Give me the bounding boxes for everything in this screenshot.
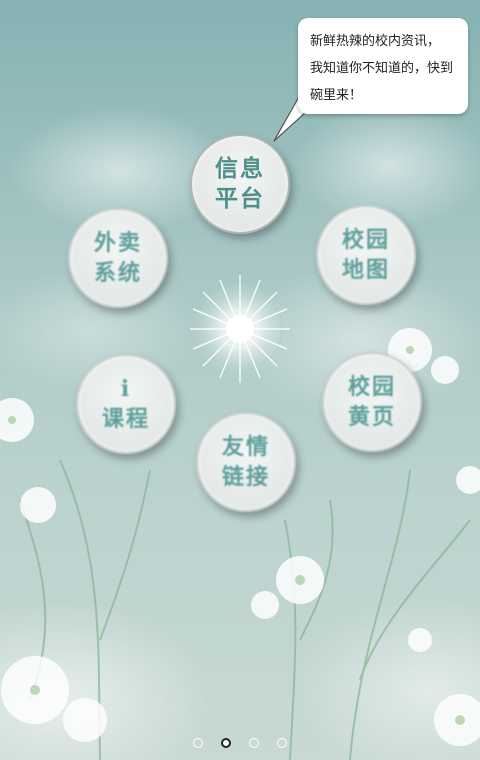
info-platform-label-2: 平台 — [215, 185, 265, 212]
campus-map-label-2: 地图 — [341, 257, 390, 283]
i-course-button[interactable]: i 课程 — [76, 354, 176, 454]
page-indicator — [0, 738, 480, 748]
bubble-line-2: 我知道你不知道的，快到 — [310, 61, 454, 76]
takeout-label-2: 系统 — [93, 260, 142, 286]
friend-links-button[interactable]: 友情 链接 — [196, 412, 296, 512]
page-dot-1[interactable] — [193, 738, 203, 748]
i-course-label-2: 课程 — [101, 406, 150, 432]
friend-links-label-2: 链接 — [221, 464, 270, 490]
campus-map-button[interactable]: 校园 地图 — [316, 205, 416, 305]
campus-yellowpages-button[interactable]: 校园 黄页 — [322, 352, 422, 452]
center-light-burst — [190, 275, 290, 383]
takeout-label-1: 外卖 — [93, 230, 142, 256]
bubble-line-3: 碗里来！ — [310, 88, 363, 103]
i-course-label-1: i — [120, 376, 132, 402]
takeout-system-button[interactable]: 外卖 系统 — [68, 208, 168, 308]
campus-map-label-1: 校园 — [341, 227, 390, 253]
info-platform-label-1: 信息 — [215, 155, 265, 182]
info-platform-button[interactable]: 信息 平台 — [190, 134, 290, 234]
yellowpages-label-2: 黄页 — [347, 404, 396, 430]
yellowpages-label-1: 校园 — [347, 374, 396, 400]
bubble-line-1: 新鲜热辣的校内资讯， — [310, 34, 441, 49]
page-dot-3[interactable] — [249, 738, 259, 748]
speech-bubble: 新鲜热辣的校内资讯， 我知道你不知道的，快到 碗里来！ — [298, 18, 468, 114]
page-dot-2[interactable] — [221, 738, 231, 748]
page-dot-4[interactable] — [277, 738, 287, 748]
friend-links-label-1: 友情 — [221, 434, 270, 460]
